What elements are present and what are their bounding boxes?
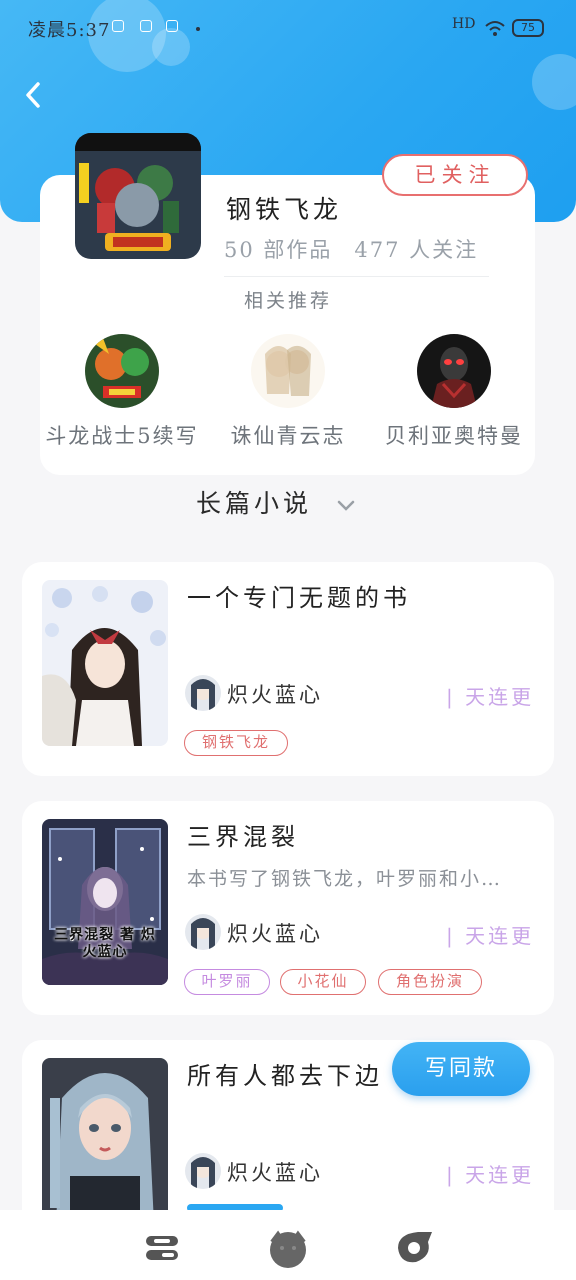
author-stats: 50 部作品 477 人关注 (224, 234, 500, 264)
recommendation-avatar (251, 334, 325, 408)
category-label: 长篇小说 (196, 489, 313, 518)
notification-icon (166, 20, 178, 32)
book-title: 所有人都去下边 (187, 1062, 383, 1090)
book-card[interactable]: 三界混裂 著 炽火蓝心 三界混裂 本书写了钢铁飞龙，叶罗丽和小… 炽火蓝心 | … (22, 801, 554, 1015)
write-same-style-button[interactable]: 写同款 (392, 1042, 530, 1096)
hd-signal-icon: HD (452, 16, 476, 32)
book-title: 三界混裂 (187, 823, 299, 851)
recommendation-name: 诛仙青云志 (230, 424, 346, 448)
book-author-name: 炽火蓝心 (227, 1161, 323, 1185)
author-avatar-small (185, 675, 221, 711)
recommendations-title: 相关推荐 (243, 290, 332, 312)
recommendation-item[interactable]: 诛仙青云志 (203, 334, 373, 454)
profile-icon (398, 1232, 432, 1263)
notification-icon (112, 20, 124, 32)
recommendation-avatar (417, 334, 491, 408)
category-dropdown[interactable]: 长篇小说 (196, 484, 356, 524)
status-bar: 凌晨5:37 HD 75 (0, 0, 576, 56)
recommendation-item[interactable]: 斗龙战士5续写 (37, 334, 207, 454)
book-cover (42, 580, 168, 746)
author-avatar (75, 133, 201, 259)
tag[interactable]: 钢铁飞龙 (184, 730, 288, 756)
battery-icon: 75 (512, 19, 544, 37)
nav-home[interactable] (142, 1228, 182, 1268)
status-time: 凌晨5:37 (28, 20, 111, 41)
book-title: 一个专门无题的书 (187, 584, 411, 612)
works-count: 50 部作品 (224, 238, 333, 262)
book-description: 本书写了钢铁飞龙，叶罗丽和小… (187, 868, 503, 890)
home-icon (146, 1236, 178, 1260)
back-button[interactable] (18, 78, 50, 112)
more-notifications-icon (196, 27, 200, 31)
recommendation-name: 斗龙战士5续写 (45, 424, 199, 448)
update-status: | 天连更 (446, 924, 535, 948)
chevron-left-icon (26, 82, 40, 108)
update-status: | 天连更 (446, 685, 535, 709)
recommendation-name: 贝利亚奥特曼 (385, 424, 523, 448)
followers-count: 477 人关注 (354, 238, 479, 262)
book-author-name: 炽火蓝心 (227, 683, 323, 707)
book-cover (42, 1058, 168, 1224)
tag[interactable]: 叶罗丽 (184, 969, 270, 995)
wifi-icon (485, 21, 505, 36)
recommendation-item[interactable]: 贝利亚奥特曼 (369, 334, 539, 454)
creature-icon (270, 1230, 306, 1268)
chevron-down-icon (337, 500, 355, 511)
notification-icon (140, 20, 152, 32)
nav-profile[interactable] (394, 1228, 434, 1268)
recommendation-avatar (85, 334, 159, 408)
cover-caption: 三界混裂 著 炽火蓝心 (54, 927, 156, 960)
update-status: | 天连更 (446, 1163, 535, 1187)
book-card[interactable]: 一个专门无题的书 炽火蓝心 | 天连更 钢铁飞龙 (22, 562, 554, 776)
tag[interactable]: 小花仙 (280, 969, 366, 995)
follow-button[interactable]: 已关注 (382, 154, 528, 196)
author-avatar-small (185, 1153, 221, 1189)
decor-bubble (532, 54, 576, 110)
book-cover: 三界混裂 著 炽火蓝心 (42, 819, 168, 985)
nav-discover[interactable] (266, 1228, 306, 1268)
author-name: 钢铁飞龙 (226, 195, 343, 224)
divider (224, 276, 489, 277)
tag[interactable]: 角色扮演 (378, 969, 482, 995)
bottom-navigation (0, 1210, 576, 1280)
author-avatar-small (185, 914, 221, 950)
book-author-name: 炽火蓝心 (227, 922, 323, 946)
